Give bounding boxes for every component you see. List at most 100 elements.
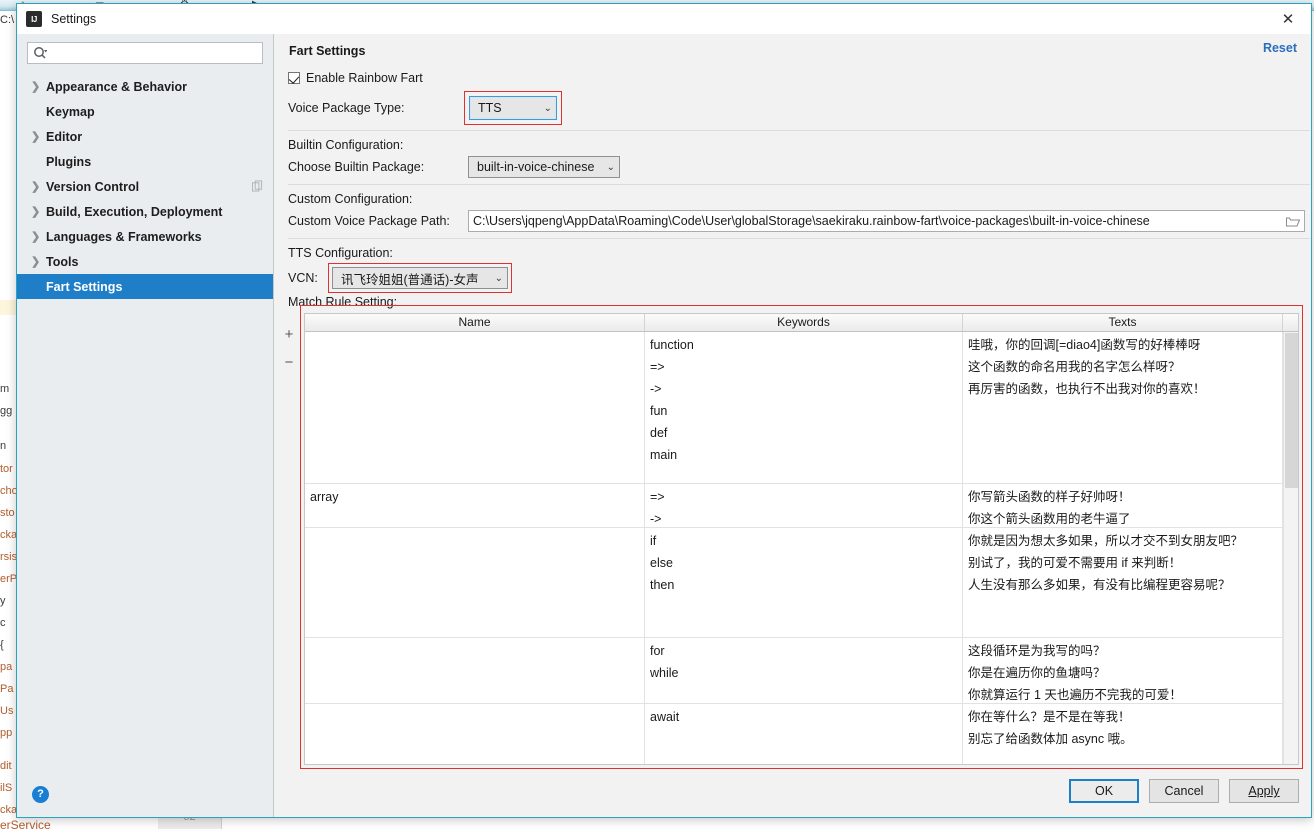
keyword-line: then xyxy=(650,574,958,596)
reset-link[interactable]: Reset xyxy=(1263,41,1297,55)
table-row[interactable]: if else then 你就是因为想太多如果，所以才交不到女朋友吧？ 别试了，… xyxy=(305,528,1283,638)
cell-keywords[interactable]: => -> xyxy=(645,484,963,527)
cell-name[interactable] xyxy=(305,528,645,637)
dialog-body: ❯ Appearance & Behavior ❯ Keymap ❯ Edito… xyxy=(17,34,1311,817)
sidebar-item-label: Languages & Frameworks xyxy=(45,230,202,244)
cell-keywords[interactable]: function => -> fun def main xyxy=(645,332,963,483)
vcn-label: VCN: xyxy=(288,271,328,285)
cell-texts[interactable]: 你在等什么？是不是在等我！ 别忘了给函数体加 async 哦。 xyxy=(963,704,1283,765)
sidebar-item-languages-frameworks[interactable]: ❯ Languages & Frameworks xyxy=(17,224,273,249)
search-input[interactable] xyxy=(47,43,262,63)
table-scrollbar-thumb[interactable] xyxy=(1285,333,1298,488)
keyword-line: function xyxy=(650,334,958,356)
tts-configuration-label: TTS Configuration: xyxy=(288,246,1311,260)
search-box[interactable] xyxy=(27,42,263,64)
cell-keywords[interactable]: if else then xyxy=(645,528,963,637)
intellij-idea-icon xyxy=(26,11,42,27)
custom-voice-package-path-label: Custom Voice Package Path: xyxy=(288,214,468,228)
chevron-right-icon[interactable]: ❯ xyxy=(31,230,45,243)
cell-texts[interactable]: 这段循环是为我写的吗？ 你是在遍历你的鱼塘吗？ 你就算运行 1 天也遍历不完我的… xyxy=(963,638,1283,703)
cell-keywords[interactable]: for while xyxy=(645,638,963,703)
chevron-right-icon[interactable]: ❯ xyxy=(31,255,45,268)
match-rule-table-zone: + − Name Keywords Texts xyxy=(274,313,1311,765)
cell-texts[interactable]: 你写箭头函数的样子好帅呀！ 你这个箭头函数用的老牛逼了 xyxy=(963,484,1283,527)
add-rule-button[interactable]: + xyxy=(280,325,298,343)
chevron-right-icon[interactable]: ❯ xyxy=(31,180,45,193)
cell-texts[interactable]: 哇哦，你的回调[=diao4]函数写的好棒棒呀 这个函数的命名用我的名字怎么样呀… xyxy=(963,332,1283,483)
sidebar-item-editor[interactable]: ❯ Editor xyxy=(17,124,273,149)
table-row[interactable]: for while 这段循环是为我写的吗？ 你是在遍历你的鱼塘吗？ 你就算运行 … xyxy=(305,638,1283,704)
sidebar-item-fart-settings[interactable]: ❯ Fart Settings xyxy=(17,274,273,299)
column-header-name[interactable]: Name xyxy=(305,314,645,331)
text-line: 你就算运行 1 天也遍历不完我的可爱！ xyxy=(968,684,1278,703)
text-line: 这段循环是为我写的吗？ xyxy=(968,640,1278,662)
match-rule-table: Name Keywords Texts function xyxy=(304,313,1299,765)
custom-voice-package-path-row: Custom Voice Package Path: C:\Users\jqpe… xyxy=(288,210,1311,232)
help-container: ? xyxy=(17,771,273,817)
chevron-right-icon[interactable]: ❯ xyxy=(31,130,45,143)
vcn-select[interactable]: 讯飞玲姐姐(普通话)-女声 ⌄ xyxy=(332,267,508,289)
keyword-line: -> xyxy=(650,378,958,400)
keyword-line: for xyxy=(650,640,958,662)
voice-package-type-row: Voice Package Type: TTS ⌄ xyxy=(288,92,1311,124)
column-header-texts[interactable]: Texts xyxy=(963,314,1283,331)
settings-form: Enable Rainbow Fart Voice Package Type: … xyxy=(274,63,1311,309)
table-row[interactable]: await 你在等什么？是不是在等我！ 别忘了给函数体加 async 哦。 xyxy=(305,704,1283,765)
cell-name[interactable]: array xyxy=(305,484,645,527)
settings-dialog: Settings ✕ ❯ Appearance & Behavior xyxy=(16,3,1312,818)
ok-button[interactable]: OK xyxy=(1069,779,1139,803)
table-row[interactable]: array => -> 你写箭头函数的样子好帅呀！ 你这个箭头函数用的老牛逼了 xyxy=(305,484,1283,528)
keyword-line: => xyxy=(650,486,958,508)
chevron-down-icon[interactable]: ⌄ xyxy=(485,273,503,284)
enable-rainbow-fart-checkbox[interactable] xyxy=(288,72,300,84)
table-body-wrapper: function => -> fun def main 哇哦，你的回调[=dia… xyxy=(305,332,1298,764)
folder-icon[interactable] xyxy=(1282,211,1304,231)
cell-name[interactable] xyxy=(305,638,645,703)
table-vertical-scrollbar[interactable] xyxy=(1283,332,1298,764)
chevron-down-icon[interactable]: ⌄ xyxy=(534,103,552,114)
keyword-line: else xyxy=(650,552,958,574)
sidebar-item-label: Tools xyxy=(45,255,78,269)
help-icon[interactable]: ? xyxy=(32,786,49,803)
choose-builtin-package-row: Choose Builtin Package: built-in-voice-c… xyxy=(288,156,1311,178)
sidebar-item-version-control[interactable]: ❯ Version Control xyxy=(17,174,273,199)
cell-name[interactable] xyxy=(305,704,645,765)
custom-voice-package-path-input[interactable]: C:\Users\jqpeng\AppData\Roaming\Code\Use… xyxy=(468,210,1305,232)
sidebar-item-tools[interactable]: ❯ Tools xyxy=(17,249,273,274)
custom-configuration-label: Custom Configuration: xyxy=(288,192,1311,206)
chevron-right-icon[interactable]: ❯ xyxy=(31,205,45,218)
enable-rainbow-fart-row[interactable]: Enable Rainbow Fart xyxy=(288,68,1311,88)
sidebar-item-build-execution-deployment[interactable]: ❯ Build, Execution, Deployment xyxy=(17,199,273,224)
choose-builtin-package-select[interactable]: built-in-voice-chinese ⌄ xyxy=(468,156,620,178)
copy-icon[interactable] xyxy=(252,180,263,192)
chevron-right-icon[interactable]: ❯ xyxy=(31,80,45,93)
keyword-line: def xyxy=(650,422,958,444)
table-row[interactable]: function => -> fun def main 哇哦，你的回调[=dia… xyxy=(305,332,1283,484)
sidebar-item-keymap[interactable]: ❯ Keymap xyxy=(17,99,273,124)
text-line: 你这个箭头函数用的老牛逼了 xyxy=(968,508,1278,527)
remove-rule-button[interactable]: − xyxy=(280,353,298,371)
text-line: 别试了，我的可爱不需要用 if 来判断！ xyxy=(968,552,1278,574)
apply-button-label: Apply xyxy=(1248,784,1279,798)
content-header: Fart Settings Reset xyxy=(274,39,1311,63)
cell-keywords[interactable]: await xyxy=(645,704,963,765)
header-scroll-spacer xyxy=(1283,314,1298,331)
sidebar-item-appearance-behavior[interactable]: ❯ Appearance & Behavior xyxy=(17,74,273,99)
choose-builtin-package-value: built-in-voice-chinese xyxy=(477,160,594,174)
sidebar-item-plugins[interactable]: ❯ Plugins xyxy=(17,149,273,174)
text-line: 再厉害的函数，也执行不出我对你的喜欢！ xyxy=(968,378,1278,400)
apply-button[interactable]: Apply xyxy=(1229,779,1299,803)
column-header-keywords[interactable]: Keywords xyxy=(645,314,963,331)
keyword-line: fun xyxy=(650,400,958,422)
sidebar-item-label: Fart Settings xyxy=(45,280,122,294)
divider xyxy=(288,238,1310,239)
chevron-down-icon[interactable]: ⌄ xyxy=(597,162,615,173)
cell-texts[interactable]: 你就是因为想太多如果，所以才交不到女朋友吧？ 别试了，我的可爱不需要用 if 来… xyxy=(963,528,1283,637)
divider xyxy=(288,184,1310,185)
divider xyxy=(288,130,1310,131)
close-icon[interactable]: ✕ xyxy=(1265,4,1311,34)
keyword-line: if xyxy=(650,530,958,552)
cancel-button[interactable]: Cancel xyxy=(1149,779,1219,803)
voice-package-type-select[interactable]: TTS ⌄ xyxy=(469,96,557,120)
cell-name[interactable] xyxy=(305,332,645,483)
